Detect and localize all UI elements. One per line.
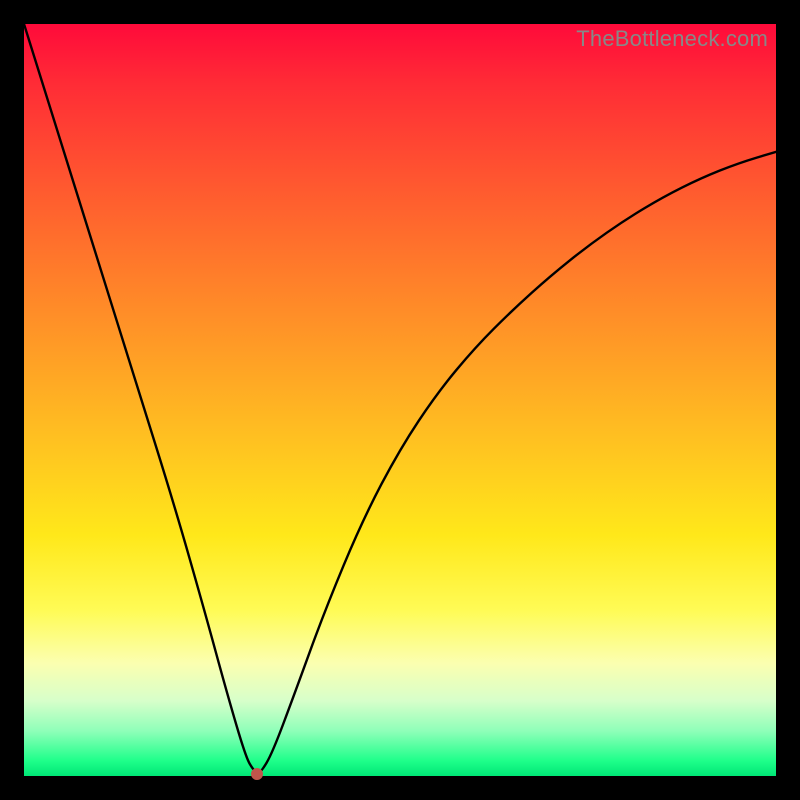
chart-frame: TheBottleneck.com	[0, 0, 800, 800]
minimum-marker-dot	[251, 768, 263, 780]
plot-area: TheBottleneck.com	[24, 24, 776, 776]
bottleneck-curve	[24, 24, 776, 776]
